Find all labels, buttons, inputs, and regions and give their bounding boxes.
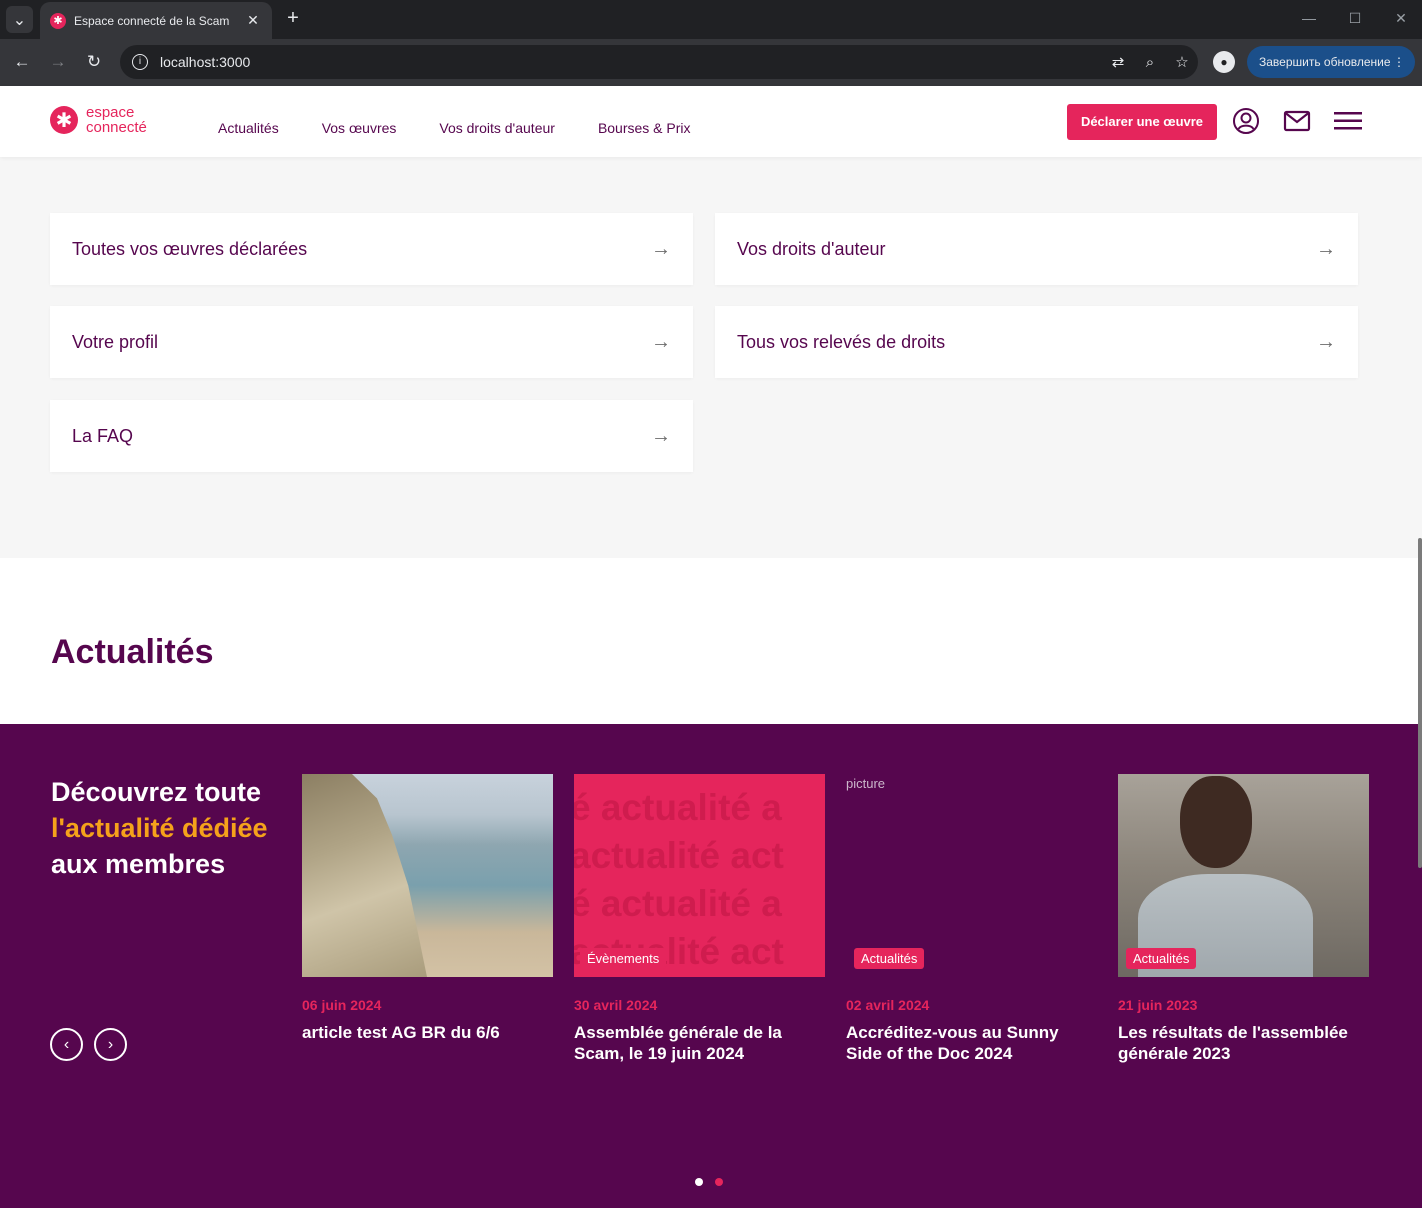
browser-tab-strip: ⌄ ✱ Espace connecté de la Scam ✕ + — ☐ ✕ xyxy=(0,0,1422,39)
news-card[interactable]: 06 juin 2024 article test AG BR du 6/6 xyxy=(302,774,553,1043)
chevron-left-icon: ‹ xyxy=(63,1036,70,1053)
news-carousel: Découvrez toute l'actualité dédiée aux m… xyxy=(0,724,1422,1208)
news-title-band: Actualités xyxy=(0,558,1422,724)
carousel-dot[interactable] xyxy=(715,1178,723,1186)
update-label: Завершить обновление xyxy=(1259,55,1391,69)
news-thumbnail-broken[interactable]: picture Actualités xyxy=(846,774,1097,977)
tab-search-button[interactable]: ⌄ xyxy=(6,6,33,33)
site-logo[interactable]: ✱ espace connecté xyxy=(50,105,147,135)
chevron-down-icon: ⌄ xyxy=(12,11,27,29)
window-close-icon[interactable]: ✕ xyxy=(1391,10,1411,27)
nav-item-bourses-prix[interactable]: Bourses & Prix xyxy=(598,120,691,136)
arrow-right-icon: → xyxy=(1316,330,1336,353)
update-button[interactable]: Завершить обновление ⋮ xyxy=(1247,46,1415,78)
url-text[interactable]: localhost:3000 xyxy=(160,54,1102,70)
maximize-icon[interactable]: ☐ xyxy=(1345,10,1365,27)
section-title: Actualités xyxy=(51,633,214,671)
news-headline[interactable]: Accréditez-vous au Sunny Side of the Doc… xyxy=(846,1022,1097,1064)
hamburger-menu-icon[interactable] xyxy=(1333,106,1363,136)
news-thumbnail-portrait[interactable]: Actualités xyxy=(1118,774,1369,977)
forward-icon[interactable]: → xyxy=(47,51,69,73)
address-bar[interactable]: i localhost:3000 ⇄ ⌕ ☆ xyxy=(120,45,1198,79)
tab-title: Espace connecté de la Scam xyxy=(74,13,230,28)
news-headline[interactable]: Les résultats de l'assemblée générale 20… xyxy=(1118,1022,1369,1064)
browser-toolbar: ← → ↻ i localhost:3000 ⇄ ⌕ ☆ ● Завершить… xyxy=(0,39,1422,86)
user-account-icon[interactable] xyxy=(1231,106,1261,136)
promo-line-3: aux membres xyxy=(51,849,226,879)
close-icon[interactable]: ✕ xyxy=(244,12,262,29)
translate-icon[interactable]: ⇄ xyxy=(1102,53,1134,71)
nav-item-actualites[interactable]: Actualités xyxy=(218,120,279,136)
news-date: 06 juin 2024 xyxy=(302,997,382,1013)
news-thumbnail-pattern[interactable]: é actualité a actualité act é actualité … xyxy=(574,774,825,977)
carousel-dot-active[interactable] xyxy=(695,1178,703,1186)
quick-link-droits-auteur[interactable]: Vos droits d'auteur → xyxy=(715,213,1358,285)
news-headline[interactable]: Assemblée générale de la Scam, le 19 jui… xyxy=(574,1022,825,1064)
arrow-right-icon: → xyxy=(651,237,671,260)
logo-line-1: espace xyxy=(86,104,135,121)
quick-link-oeuvres-declarees[interactable]: Toutes vos œuvres déclarées → xyxy=(50,213,693,285)
bookmark-star-icon[interactable]: ☆ xyxy=(1166,53,1198,71)
declare-work-button[interactable]: Déclarer une œuvre xyxy=(1067,104,1217,140)
kebab-menu-icon: ⋮ xyxy=(1393,55,1405,69)
quick-link-label: Vos droits d'auteur xyxy=(737,238,886,259)
news-card[interactable]: Actualités 21 juin 2023 Les résultats de… xyxy=(1118,774,1369,1064)
category-badge: Actualités xyxy=(854,948,925,969)
site-header: ✱ espace connecté Actualités Vos œuvres … xyxy=(0,86,1422,157)
new-tab-button[interactable]: + xyxy=(282,8,304,30)
page-scrollbar[interactable] xyxy=(1418,538,1422,868)
news-headline[interactable]: article test AG BR du 6/6 xyxy=(302,1022,553,1043)
chevron-right-icon: › xyxy=(107,1036,114,1053)
mail-icon[interactable] xyxy=(1282,106,1312,136)
minimize-icon[interactable]: — xyxy=(1299,10,1319,26)
asterisk-logo-icon: ✱ xyxy=(50,106,78,134)
reload-icon[interactable]: ↻ xyxy=(83,51,105,73)
news-promo-text: Découvrez toute l'actualité dédiée aux m… xyxy=(51,774,268,882)
carousel-prev-button[interactable]: ‹ xyxy=(50,1028,83,1061)
favicon-icon: ✱ xyxy=(50,12,66,29)
nav-item-vos-droits[interactable]: Vos droits d'auteur xyxy=(439,120,555,136)
arrow-right-icon: → xyxy=(1316,237,1336,260)
news-card[interactable]: picture Actualités 02 avril 2024 Accrédi… xyxy=(846,774,1097,1064)
news-date: 02 avril 2024 xyxy=(846,997,930,1013)
main-nav: Actualités Vos œuvres Vos droits d'auteu… xyxy=(218,120,734,136)
site-info-icon[interactable]: i xyxy=(132,54,148,70)
quick-link-label: Tous vos relevés de droits xyxy=(737,331,946,352)
category-badge: Évènements xyxy=(580,948,667,969)
quick-link-label: La FAQ xyxy=(72,425,134,446)
promo-line-1: Découvrez toute xyxy=(51,777,262,807)
quick-link-profil[interactable]: Votre profil → xyxy=(50,306,693,378)
news-card[interactable]: é actualité a actualité act é actualité … xyxy=(574,774,825,1064)
broken-image-alt: picture xyxy=(846,776,886,791)
news-thumbnail-cliff[interactable] xyxy=(302,774,553,977)
quick-link-label: Toutes vos œuvres déclarées xyxy=(72,238,308,259)
zoom-icon[interactable]: ⌕ xyxy=(1134,54,1166,71)
quick-link-label: Votre profil xyxy=(72,331,159,352)
news-date: 30 avril 2024 xyxy=(574,997,658,1013)
arrow-right-icon: → xyxy=(651,424,671,447)
quick-link-releves-droits[interactable]: Tous vos relevés de droits → xyxy=(715,306,1358,378)
promo-line-2: l'actualité dédiée xyxy=(51,813,268,843)
back-icon[interactable]: ← xyxy=(11,51,33,73)
news-date: 21 juin 2023 xyxy=(1118,997,1198,1013)
category-badge: Actualités xyxy=(1126,948,1197,969)
carousel-next-button[interactable]: › xyxy=(94,1028,127,1061)
profile-icon[interactable]: ● xyxy=(1213,51,1235,73)
nav-item-vos-oeuvres[interactable]: Vos œuvres xyxy=(322,120,397,136)
arrow-right-icon: → xyxy=(651,330,671,353)
logo-line-2: connecté xyxy=(86,119,147,136)
quick-link-faq[interactable]: La FAQ → xyxy=(50,400,693,472)
browser-tab[interactable]: ✱ Espace connecté de la Scam ✕ xyxy=(40,2,272,39)
